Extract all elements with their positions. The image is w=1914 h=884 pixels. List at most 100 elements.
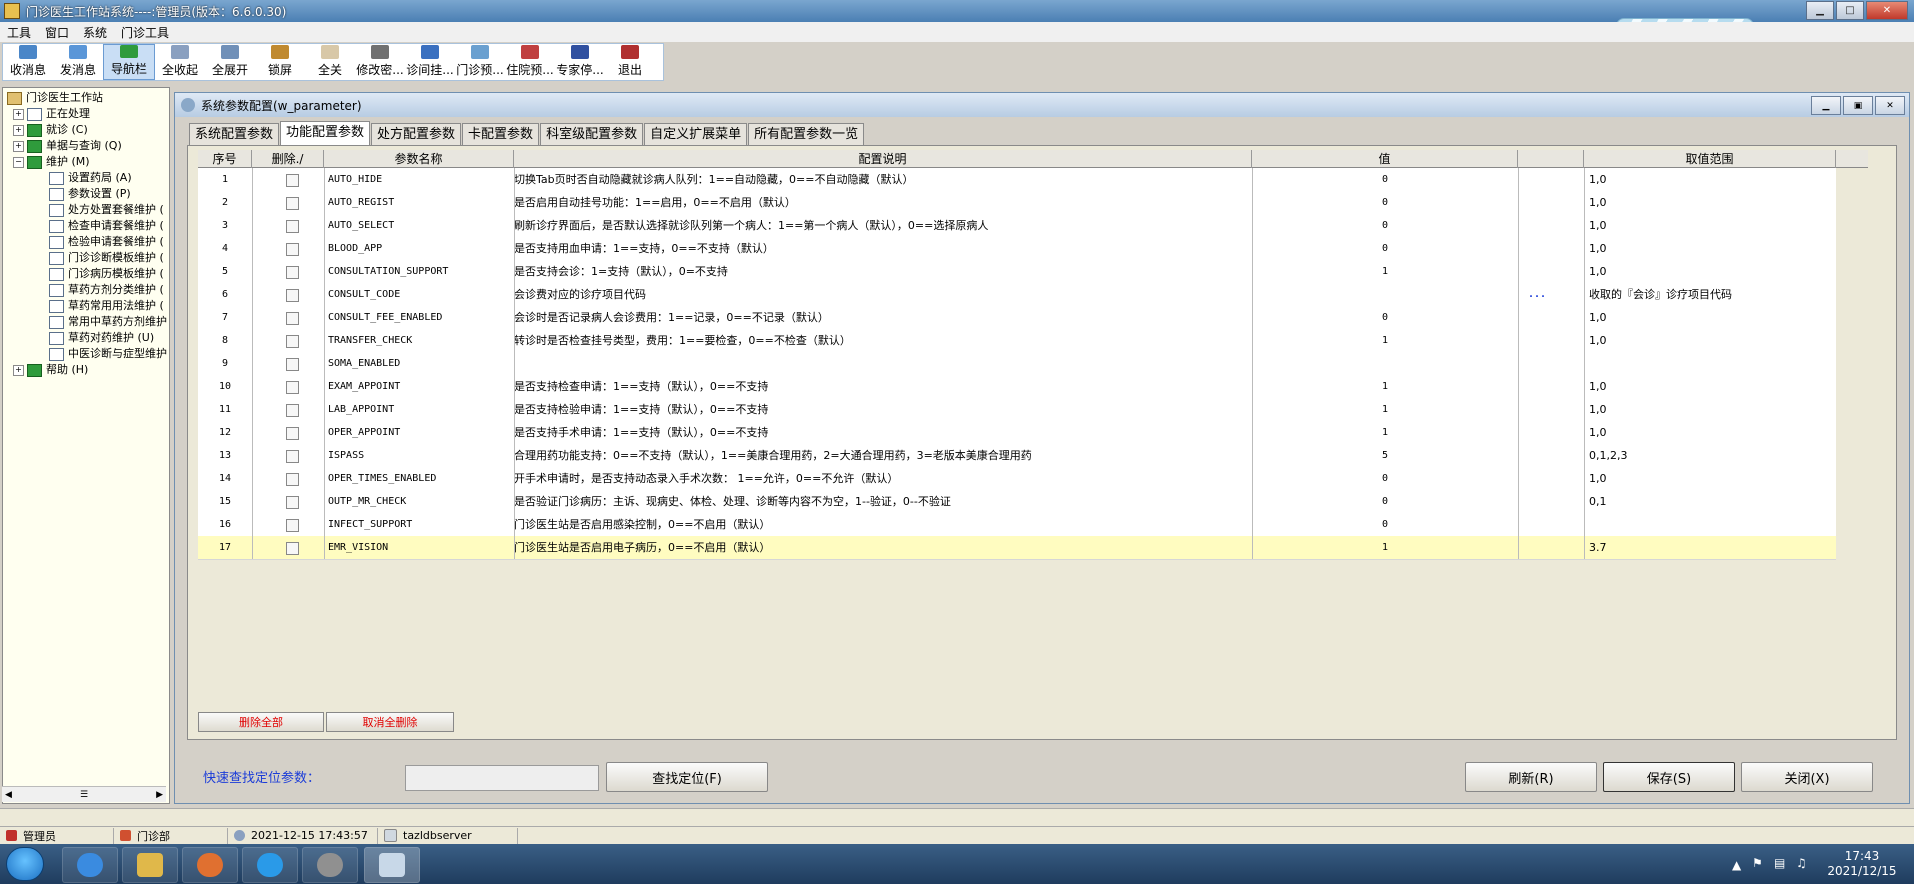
row-delete-checkbox[interactable] (286, 197, 299, 210)
row-edit-dots[interactable] (1528, 329, 1568, 352)
volume-icon[interactable]: ♫ (1796, 856, 1807, 870)
start-button[interactable] (6, 847, 44, 881)
table-row[interactable]: 4 BLOOD_APP 是否支持用血申请：1==支持，0==不支持（默认） 0 1,0 (198, 237, 1836, 261)
tree-item-record-template[interactable]: 门诊病历模板维护 ( (49, 266, 164, 282)
exit-button[interactable]: 退出 (605, 44, 655, 80)
maximize-button[interactable]: □ (1836, 1, 1864, 20)
network-icon[interactable]: ▤ (1774, 856, 1785, 870)
row-edit-dots[interactable] (1528, 513, 1568, 536)
navigation-bar-button[interactable]: 导航栏 (103, 44, 155, 80)
row-delete-checkbox[interactable] (286, 381, 299, 394)
row-value[interactable]: 0 (1253, 214, 1517, 237)
row-value[interactable]: 0 (1253, 513, 1517, 536)
expand-all-button[interactable]: 全展开 (205, 44, 255, 80)
lock-screen-button[interactable]: 锁屏 (255, 44, 305, 80)
tree-item-diagnosis-template[interactable]: 门诊诊断模板维护 ( (49, 250, 164, 266)
inner-minimize-button[interactable]: ▁ (1811, 96, 1841, 115)
tab-all-params[interactable]: 所有配置参数一览 (748, 123, 865, 145)
table-row[interactable]: 12 OPER_APPOINT 是否支持手术申请：1==支持（默认），0==不支持 1… (198, 421, 1836, 445)
tree-item-exam-package[interactable]: 检查申请套餐维护 ( (49, 218, 164, 234)
tray-arrow-icon[interactable]: ▲ (1732, 858, 1741, 872)
clinic-appointment-button[interactable]: 门诊预... (455, 44, 505, 80)
tree-item-visit[interactable]: + 就诊 (C) (13, 122, 88, 138)
taskbar-film[interactable] (302, 847, 358, 883)
row-value[interactable]: 1 (1253, 375, 1517, 398)
scroll-left-icon[interactable]: ◀ (5, 790, 12, 800)
refresh-button[interactable]: 刷新(R) (1465, 762, 1597, 792)
taskbar-doctor-app[interactable] (364, 847, 420, 883)
row-delete-checkbox[interactable] (286, 496, 299, 509)
close-button[interactable]: 关闭(X) (1741, 762, 1873, 792)
taskbar-clock[interactable]: 17:43 2021/12/15 (1822, 849, 1902, 879)
row-delete-checkbox[interactable] (286, 473, 299, 486)
row-value[interactable]: 1 (1253, 260, 1517, 283)
row-edit-dots[interactable] (1528, 191, 1568, 214)
row-value[interactable]: 0 (1253, 467, 1517, 490)
tree-item-herbal-category[interactable]: 草药方剂分类维护 ( (49, 282, 164, 298)
row-value[interactable]: 1 (1253, 536, 1517, 559)
row-delete-checkbox[interactable] (286, 174, 299, 187)
row-value[interactable]: 0 (1253, 490, 1517, 513)
tree-item-maintenance[interactable]: − 维护 (M) (13, 154, 90, 170)
tab-prescription-config[interactable]: 处方配置参数 (371, 123, 462, 145)
table-row[interactable]: 2 AUTO_REGIST 是否启用自动挂号功能：1==启用，0==不启用（默认） 0… (198, 191, 1836, 215)
row-edit-dots[interactable] (1528, 444, 1568, 467)
expand-icon[interactable]: + (13, 124, 24, 136)
row-value[interactable]: 0 (1253, 191, 1517, 214)
send-message-button[interactable]: 发消息 (53, 44, 103, 80)
table-row[interactable]: 7 CONSULT_FEE_ENABLED 会诊时是否记录病人会诊费用：1==记录，… (198, 306, 1836, 330)
tree-root[interactable]: 门诊医生工作站 (7, 90, 103, 106)
cancel-delete-all-button[interactable]: 取消全删除 (326, 712, 454, 732)
row-edit-dots[interactable] (1528, 398, 1568, 421)
row-edit-dots[interactable] (1528, 168, 1568, 191)
tree-item-herbal-formula[interactable]: 常用中草药方剂维护 (49, 314, 167, 330)
row-edit-dots[interactable] (1528, 421, 1568, 444)
row-edit-dots[interactable] (1528, 352, 1568, 375)
menu-tools[interactable]: 工具 (0, 24, 38, 41)
scroll-thumb[interactable]: ☰ (80, 790, 88, 800)
quick-find-input[interactable] (405, 765, 599, 791)
tab-custom-menu[interactable]: 自定义扩展菜单 (644, 123, 748, 145)
row-value[interactable]: 5 (1253, 444, 1517, 467)
table-row[interactable]: 8 TRANSFER_CHECK 转诊时是否检查挂号类型，费用：1==要检查，0==… (198, 329, 1836, 353)
tree-item-documents[interactable]: + 单据与查询 (Q) (13, 138, 122, 154)
change-password-button[interactable]: 修改密... (355, 44, 405, 80)
close-all-button[interactable]: 全关 (305, 44, 355, 80)
tree-item-herbal-usage[interactable]: 草药常用用法维护 ( (49, 298, 164, 314)
expand-icon[interactable]: + (13, 108, 24, 120)
table-row[interactable]: 6 CONSULT_CODE 会诊费对应的诊疗项目代码... 收取的『会诊』诊疗项目代… (198, 283, 1836, 307)
menu-clinic-tools[interactable]: 门诊工具 (114, 24, 176, 41)
inner-restore-button[interactable]: ▣ (1843, 96, 1873, 115)
find-button[interactable]: 查找定位(F) (606, 762, 768, 792)
tree-item-prescription-package[interactable]: 处方处置套餐维护 ( (49, 202, 164, 218)
row-delete-checkbox[interactable] (286, 519, 299, 532)
row-delete-checkbox[interactable] (286, 289, 299, 302)
inner-close-button[interactable]: ✕ (1875, 96, 1905, 115)
clinic-register-button[interactable]: 诊间挂... (405, 44, 455, 80)
delete-all-button[interactable]: 删除全部 (198, 712, 324, 732)
tree-item-tcm-diagnosis[interactable]: 中医诊断与症型维护 (49, 346, 167, 362)
tree-item-lab-package[interactable]: 检验申请套餐维护 ( (49, 234, 164, 250)
row-edit-dots[interactable] (1528, 306, 1568, 329)
expand-icon[interactable]: + (13, 140, 24, 152)
save-button[interactable]: 保存(S) (1603, 762, 1735, 792)
taskbar-browser[interactable] (242, 847, 298, 883)
row-value[interactable]: 0 (1253, 306, 1517, 329)
table-row[interactable]: 9 SOMA_ENABLED (198, 352, 1836, 376)
row-delete-checkbox[interactable] (286, 404, 299, 417)
menu-window[interactable]: 窗口 (38, 24, 76, 41)
tab-card-config[interactable]: 卡配置参数 (462, 123, 540, 145)
receive-message-button[interactable]: 收消息 (3, 44, 53, 80)
table-row[interactable]: 5 CONSULTATION_SUPPORT 是否支持会诊：1=支持（默认），0=不… (198, 260, 1836, 284)
row-delete-checkbox[interactable] (286, 358, 299, 371)
row-value[interactable] (1253, 352, 1517, 375)
table-row[interactable]: 14 OPER_TIMES_ENABLED 开手术申请时，是否支持动态录入手术次数：… (198, 467, 1836, 491)
row-delete-checkbox[interactable] (286, 335, 299, 348)
row-delete-checkbox[interactable] (286, 450, 299, 463)
expert-suspend-button[interactable]: 专家停... (555, 44, 605, 80)
row-value[interactable]: 1 (1253, 398, 1517, 421)
table-row[interactable]: 1 AUTO_HIDE 切换Tab页时否自动隐藏就诊病人队列：1==自动隐藏，0==… (198, 168, 1836, 192)
row-value[interactable]: 1 (1253, 421, 1517, 444)
taskbar-explorer[interactable] (122, 847, 178, 883)
row-edit-dots[interactable] (1528, 375, 1568, 398)
